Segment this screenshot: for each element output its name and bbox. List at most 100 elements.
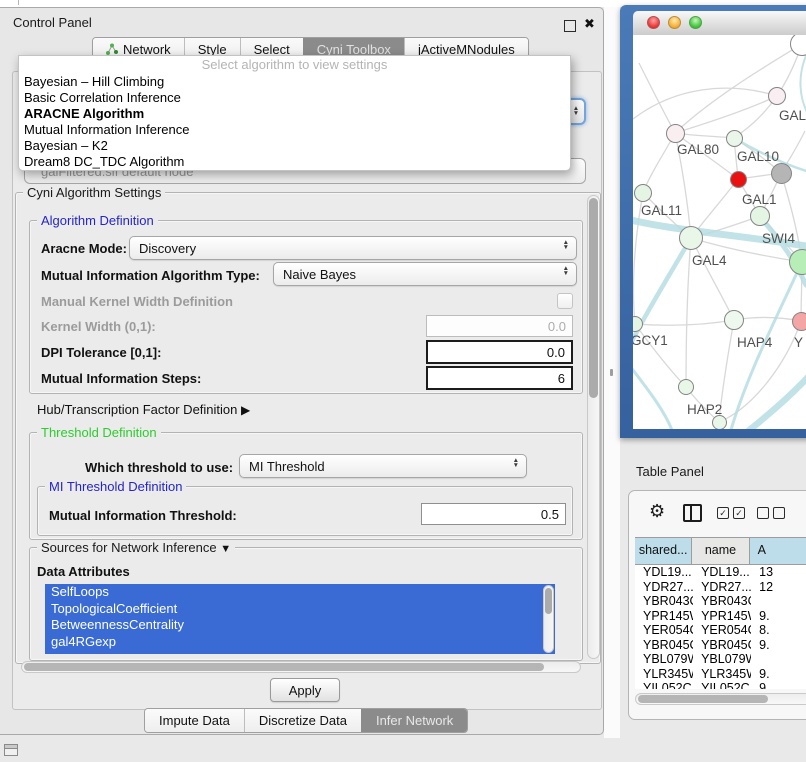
network-canvas[interactable]: GALGAL80GAL10GAL1GAL11SWI4GAL4GCY1HAP4YH… [633,35,806,429]
network-node-swi4[interactable] [789,249,806,275]
attributes-list-scrollbar[interactable] [543,585,554,653]
network-view-window[interactable]: GALGAL80GAL10GAL1GAL11SWI4GAL4GCY1HAP4YH… [620,5,806,438]
table-cell[interactable]: YER054C [635,623,693,638]
table-cell[interactable]: YPR145W [693,609,751,624]
table-row[interactable]: YER054CYER054C8. [635,623,806,638]
which-threshold-select[interactable]: MI Threshold ▲▼ [239,454,527,478]
settings-horizontal-scrollbar[interactable] [21,661,581,673]
table-row[interactable]: YIL052CYIL052C9. [635,681,806,689]
column-header-next[interactable]: A [750,538,806,564]
table-row[interactable]: YDR27...YDR27...12 [635,580,806,595]
algorithm-option-bayesian-k2[interactable]: Bayesian – K2 [19,138,570,154]
table-cell[interactable]: 12 [751,580,806,595]
mi-threshold-input[interactable]: 0.5 [421,503,566,525]
table-cell[interactable] [751,594,806,609]
collapse-down-icon[interactable]: ▼ [220,543,231,555]
table-body[interactable]: YDL19...YDL19...13YDR27...YDR27...12YBR0… [635,565,806,689]
aracne-mode-select[interactable]: Discovery ▲▼ [129,236,577,260]
table-cell[interactable] [751,652,806,667]
attribute-item-selfloops[interactable]: SelfLoops [45,584,555,601]
network-node[interactable] [790,35,806,56]
attribute-item-betweennesscentrality[interactable]: BetweennessCentrality [45,617,555,634]
bottom-tab-impute-data[interactable]: Impute Data [145,709,244,732]
table-cell[interactable]: YBR045C [635,638,693,653]
network-node-gal80[interactable] [666,124,685,143]
table-cell[interactable]: YBR043C [635,594,693,609]
gear-icon[interactable]: ⚙ [649,501,665,522]
apply-button[interactable]: Apply [270,678,340,702]
close-window-icon[interactable] [647,16,660,29]
float-panel-icon[interactable] [564,20,576,32]
manual-kernel-checkbox[interactable] [557,293,573,309]
table-cell[interactable]: YLR345W [635,667,693,682]
algorithm-option-aracne-algorithm[interactable]: ARACNE Algorithm [19,106,570,122]
checked-checkbox-icon[interactable]: ✓ [717,507,729,519]
attribute-item-topologicalcoefficient[interactable]: TopologicalCoefficient [45,601,555,618]
table-cell[interactable]: YDL19... [635,565,693,580]
table-cell[interactable]: YBL079W [693,652,751,667]
table-row[interactable]: YDL19...YDL19...13 [635,565,806,580]
network-node-gal10[interactable] [726,130,743,147]
algorithm-option-basic-correlation-inference[interactable]: Basic Correlation Inference [19,90,570,106]
zoom-window-icon[interactable] [689,16,702,29]
minimize-window-icon[interactable] [668,16,681,29]
table-cell[interactable]: YDL19... [693,565,751,580]
table-row[interactable]: YBR043CYBR043C [635,594,806,609]
network-node-gal11[interactable] [634,184,652,202]
network-node-gal[interactable] [768,87,786,105]
mi-type-select[interactable]: Naive Bayes ▲▼ [273,262,577,286]
table-hscroll-thumb[interactable] [638,695,768,703]
network-node-gal4[interactable] [679,226,703,250]
network-node-gcy1[interactable] [633,316,643,332]
network-node[interactable] [771,163,792,184]
table-cell[interactable]: 9. [751,609,806,624]
table-cell[interactable]: YDR27... [693,580,751,595]
bottom-tab-infer-network[interactable]: Infer Network [361,709,467,732]
column-header-name[interactable]: name [692,538,749,564]
settings-vscroll-thumb[interactable] [589,198,598,398]
table-horizontal-scrollbar[interactable] [635,693,806,705]
algorithm-option-dream8-dc-tdc-algorithm[interactable]: Dream8 DC_TDC Algorithm [19,154,570,170]
checked-checkbox-icon[interactable]: ✓ [733,507,745,519]
splitter-grip[interactable] [610,369,613,376]
unchecked-checkbox-icon[interactable] [773,507,785,519]
table-row[interactable]: YBL079WYBL079W [635,652,806,667]
table-cell[interactable]: 8. [751,623,806,638]
table-cell[interactable]: YBR043C [693,594,751,609]
table-row[interactable]: YLR345WYLR345W9. [635,667,806,682]
close-panel-icon[interactable]: ✖ [584,16,595,32]
network-node-y[interactable] [792,312,806,331]
table-cell[interactable]: YPR145W [635,609,693,624]
dpi-tolerance-input[interactable]: 0.0 [426,340,573,364]
table-cell[interactable]: YBR045C [693,638,751,653]
data-attributes-list[interactable]: SelfLoopsTopologicalCoefficientBetweenne… [45,584,555,654]
network-node[interactable] [712,415,727,430]
table-cell[interactable]: YIL052C [635,681,693,689]
algorithm-option-mutual-information-inference[interactable]: Mutual Information Inference [19,122,570,138]
hub-section-toggle[interactable]: Hub/Transcription Factor Definition ▶ [37,402,250,417]
dock-panel-icon[interactable] [4,744,18,756]
table-cell[interactable]: YIL052C [693,681,751,689]
table-cell[interactable]: YDR27... [635,580,693,595]
table-cell[interactable]: 9. [751,681,806,689]
table-row[interactable]: YBR045CYBR045C9. [635,638,806,653]
attributes-scroll-thumb[interactable] [545,588,552,614]
table-cell[interactable]: YER054C [693,623,751,638]
bottom-tab-discretize-data[interactable]: Discretize Data [244,709,361,732]
table-cell[interactable]: 13 [751,565,806,580]
column-header-shared-name[interactable]: shared... [635,538,692,564]
network-node-gal1[interactable] [750,206,770,226]
network-node-hap2[interactable] [678,379,694,395]
settings-vertical-scrollbar[interactable] [587,195,600,659]
table-cell[interactable]: 9. [751,667,806,682]
network-node-hap4[interactable] [724,310,744,330]
settings-hscroll-thumb[interactable] [24,663,544,671]
table-cell[interactable]: YLR345W [693,667,751,682]
mi-steps-input[interactable]: 6 [426,366,573,390]
unchecked-checkbox-icon[interactable] [757,507,769,519]
kernel-width-input[interactable]: 0.0 [426,315,573,337]
table-row[interactable]: YPR145WYPR145W9. [635,609,806,624]
split-columns-icon[interactable] [683,504,702,522]
table-cell[interactable]: YBL079W [635,652,693,667]
network-node[interactable] [730,171,747,188]
